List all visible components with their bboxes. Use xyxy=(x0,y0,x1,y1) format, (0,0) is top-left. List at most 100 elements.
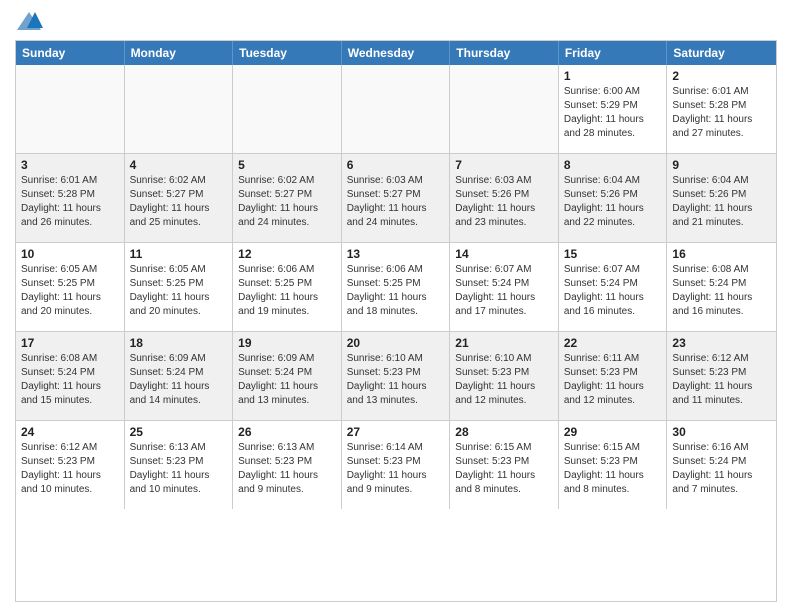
calendar-week-5: 24 Sunrise: 6:12 AMSunset: 5:23 PMDayligh… xyxy=(16,421,776,509)
day-number: 7 xyxy=(455,158,553,172)
calendar-cell: 27 Sunrise: 6:14 AMSunset: 5:23 PMDayligh… xyxy=(342,421,451,509)
cell-info: Sunrise: 6:12 AMSunset: 5:23 PMDaylight:… xyxy=(672,352,771,408)
calendar-cell: 18 Sunrise: 6:09 AMSunset: 5:24 PMDayligh… xyxy=(125,332,234,420)
cell-info: Sunrise: 6:03 AMSunset: 5:26 PMDaylight:… xyxy=(455,174,553,230)
day-number: 1 xyxy=(564,69,662,83)
calendar-week-2: 3 Sunrise: 6:01 AMSunset: 5:28 PMDaylight… xyxy=(16,154,776,243)
day-number: 16 xyxy=(672,247,771,261)
day-number: 6 xyxy=(347,158,445,172)
calendar-cell: 9Sunrise: 6:04 AMSunset: 5:26 PMDaylight… xyxy=(667,154,776,242)
page: SundayMondayTuesdayWednesdayThursdayFrid… xyxy=(0,0,792,612)
calendar-cell: 11 Sunrise: 6:05 AMSunset: 5:25 PMDayligh… xyxy=(125,243,234,331)
calendar-week-3: 10 Sunrise: 6:05 AMSunset: 5:25 PMDayligh… xyxy=(16,243,776,332)
calendar-cell: 19Sunrise: 6:09 AMSunset: 5:24 PMDayligh… xyxy=(233,332,342,420)
day-number: 26 xyxy=(238,425,336,439)
day-number: 10 xyxy=(21,247,119,261)
cell-info: Sunrise: 6:13 AMSunset: 5:23 PMDaylight:… xyxy=(130,441,228,497)
calendar-cell: 4Sunrise: 6:02 AMSunset: 5:27 PMDaylight… xyxy=(125,154,234,242)
logo xyxy=(15,10,47,32)
day-number: 28 xyxy=(455,425,553,439)
calendar-cell: 16Sunrise: 6:08 AMSunset: 5:24 PMDayligh… xyxy=(667,243,776,331)
day-number: 12 xyxy=(238,247,336,261)
day-number: 2 xyxy=(672,69,771,83)
cell-info: Sunrise: 6:11 AMSunset: 5:23 PMDaylight:… xyxy=(564,352,662,408)
cell-info: Sunrise: 6:02 AMSunset: 5:27 PMDaylight:… xyxy=(238,174,336,230)
calendar-body: 1 Sunrise: 6:00 AMSunset: 5:29 PMDaylight… xyxy=(16,65,776,509)
calendar-cell: 2 Sunrise: 6:01 AMSunset: 5:28 PMDaylight… xyxy=(667,65,776,153)
calendar-cell: 10 Sunrise: 6:05 AMSunset: 5:25 PMDayligh… xyxy=(16,243,125,331)
calendar-cell: 12 Sunrise: 6:06 AMSunset: 5:25 PMDayligh… xyxy=(233,243,342,331)
day-number: 5 xyxy=(238,158,336,172)
cell-info: Sunrise: 6:09 AMSunset: 5:24 PMDaylight:… xyxy=(238,352,336,408)
day-number: 30 xyxy=(672,425,771,439)
day-number: 25 xyxy=(130,425,228,439)
day-number: 21 xyxy=(455,336,553,350)
calendar-cell: 30 Sunrise: 6:16 AMSunset: 5:24 PMDayligh… xyxy=(667,421,776,509)
calendar-cell: 13 Sunrise: 6:06 AMSunset: 5:25 PMDayligh… xyxy=(342,243,451,331)
cell-info: Sunrise: 6:10 AMSunset: 5:23 PMDaylight:… xyxy=(455,352,553,408)
calendar-cell xyxy=(16,65,125,153)
cell-info: Sunrise: 6:01 AMSunset: 5:28 PMDaylight:… xyxy=(21,174,119,230)
calendar-cell: 17Sunrise: 6:08 AMSunset: 5:24 PMDayligh… xyxy=(16,332,125,420)
calendar-cell: 7 Sunrise: 6:03 AMSunset: 5:26 PMDaylight… xyxy=(450,154,559,242)
cell-info: Sunrise: 6:04 AMSunset: 5:26 PMDaylight:… xyxy=(564,174,662,230)
cell-info: Sunrise: 6:09 AMSunset: 5:24 PMDaylight:… xyxy=(130,352,228,408)
cell-info: Sunrise: 6:08 AMSunset: 5:24 PMDaylight:… xyxy=(21,352,119,408)
cell-info: Sunrise: 6:05 AMSunset: 5:25 PMDaylight:… xyxy=(21,263,119,319)
cell-info: Sunrise: 6:12 AMSunset: 5:23 PMDaylight:… xyxy=(21,441,119,497)
calendar-cell: 26Sunrise: 6:13 AMSunset: 5:23 PMDayligh… xyxy=(233,421,342,509)
day-number: 24 xyxy=(21,425,119,439)
day-number: 22 xyxy=(564,336,662,350)
calendar-cell xyxy=(125,65,234,153)
calendar-week-4: 17Sunrise: 6:08 AMSunset: 5:24 PMDayligh… xyxy=(16,332,776,421)
cell-info: Sunrise: 6:07 AMSunset: 5:24 PMDaylight:… xyxy=(564,263,662,319)
calendar-cell: 20 Sunrise: 6:10 AMSunset: 5:23 PMDayligh… xyxy=(342,332,451,420)
cell-info: Sunrise: 6:15 AMSunset: 5:23 PMDaylight:… xyxy=(564,441,662,497)
day-number: 23 xyxy=(672,336,771,350)
cell-info: Sunrise: 6:00 AMSunset: 5:29 PMDaylight:… xyxy=(564,85,662,141)
day-number: 20 xyxy=(347,336,445,350)
calendar-cell: 15 Sunrise: 6:07 AMSunset: 5:24 PMDayligh… xyxy=(559,243,668,331)
day-number: 15 xyxy=(564,247,662,261)
cell-info: Sunrise: 6:15 AMSunset: 5:23 PMDaylight:… xyxy=(455,441,553,497)
calendar-cell: 29Sunrise: 6:15 AMSunset: 5:23 PMDayligh… xyxy=(559,421,668,509)
calendar-cell: 5 Sunrise: 6:02 AMSunset: 5:27 PMDaylight… xyxy=(233,154,342,242)
cell-info: Sunrise: 6:14 AMSunset: 5:23 PMDaylight:… xyxy=(347,441,445,497)
header-day-saturday: Saturday xyxy=(667,41,776,65)
header-day-friday: Friday xyxy=(559,41,668,65)
day-number: 27 xyxy=(347,425,445,439)
header xyxy=(15,10,777,32)
calendar-cell: 28 Sunrise: 6:15 AMSunset: 5:23 PMDayligh… xyxy=(450,421,559,509)
day-number: 18 xyxy=(130,336,228,350)
cell-info: Sunrise: 6:05 AMSunset: 5:25 PMDaylight:… xyxy=(130,263,228,319)
calendar-week-1: 1 Sunrise: 6:00 AMSunset: 5:29 PMDaylight… xyxy=(16,65,776,154)
calendar-cell: 3 Sunrise: 6:01 AMSunset: 5:28 PMDaylight… xyxy=(16,154,125,242)
day-number: 3 xyxy=(21,158,119,172)
day-number: 4 xyxy=(130,158,228,172)
calendar-cell: 25 Sunrise: 6:13 AMSunset: 5:23 PMDayligh… xyxy=(125,421,234,509)
cell-info: Sunrise: 6:10 AMSunset: 5:23 PMDaylight:… xyxy=(347,352,445,408)
day-number: 11 xyxy=(130,247,228,261)
cell-info: Sunrise: 6:03 AMSunset: 5:27 PMDaylight:… xyxy=(347,174,445,230)
day-number: 13 xyxy=(347,247,445,261)
calendar-cell: 22 Sunrise: 6:11 AMSunset: 5:23 PMDayligh… xyxy=(559,332,668,420)
calendar-cell xyxy=(342,65,451,153)
day-number: 14 xyxy=(455,247,553,261)
calendar-cell xyxy=(233,65,342,153)
header-day-wednesday: Wednesday xyxy=(342,41,451,65)
cell-info: Sunrise: 6:06 AMSunset: 5:25 PMDaylight:… xyxy=(347,263,445,319)
calendar-header: SundayMondayTuesdayWednesdayThursdayFrid… xyxy=(16,41,776,65)
calendar-cell: 1 Sunrise: 6:00 AMSunset: 5:29 PMDaylight… xyxy=(559,65,668,153)
cell-info: Sunrise: 6:07 AMSunset: 5:24 PMDaylight:… xyxy=(455,263,553,319)
cell-info: Sunrise: 6:16 AMSunset: 5:24 PMDaylight:… xyxy=(672,441,771,497)
day-number: 9 xyxy=(672,158,771,172)
calendar-cell: 14 Sunrise: 6:07 AMSunset: 5:24 PMDayligh… xyxy=(450,243,559,331)
header-day-thursday: Thursday xyxy=(450,41,559,65)
calendar: SundayMondayTuesdayWednesdayThursdayFrid… xyxy=(15,40,777,602)
cell-info: Sunrise: 6:06 AMSunset: 5:25 PMDaylight:… xyxy=(238,263,336,319)
header-day-monday: Monday xyxy=(125,41,234,65)
calendar-cell: 21 Sunrise: 6:10 AMSunset: 5:23 PMDayligh… xyxy=(450,332,559,420)
calendar-cell: 23 Sunrise: 6:12 AMSunset: 5:23 PMDayligh… xyxy=(667,332,776,420)
calendar-cell: 6 Sunrise: 6:03 AMSunset: 5:27 PMDaylight… xyxy=(342,154,451,242)
cell-info: Sunrise: 6:01 AMSunset: 5:28 PMDaylight:… xyxy=(672,85,771,141)
